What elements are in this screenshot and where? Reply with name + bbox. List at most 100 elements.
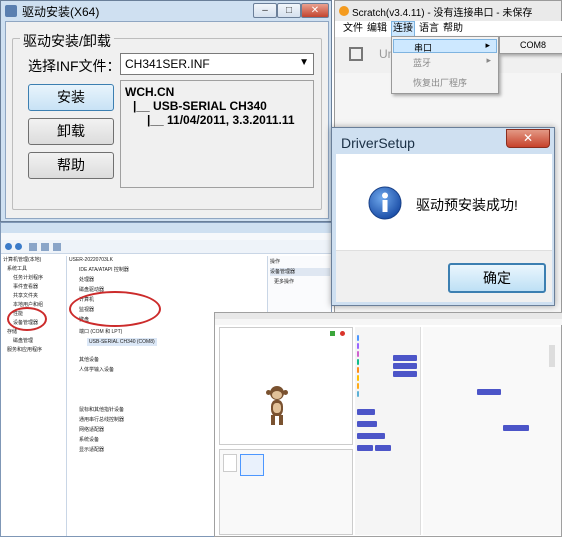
menu-file[interactable]: 文件 <box>343 21 363 37</box>
device-tree-root[interactable]: USER-20220703LK <box>69 256 113 264</box>
device-ch340-com8[interactable]: USB-SERIAL CH340 (COM8) <box>87 338 157 346</box>
palette-block[interactable] <box>393 371 417 377</box>
minimize-button[interactable]: – <box>253 3 277 18</box>
com-port-submenu: COM8 <box>499 36 562 54</box>
category-events[interactable] <box>357 375 359 381</box>
close-icon[interactable]: ✕ <box>506 129 550 148</box>
driver-install-window: 驱动安装(X64) – □ ✕ 驱动安装/卸载 选择INF文件： CH341SE… <box>0 0 332 222</box>
palette-block[interactable] <box>357 433 385 439</box>
device-category[interactable]: 处理器 <box>79 276 94 284</box>
actions-item[interactable]: 设备管理器 <box>270 268 330 276</box>
tree-item[interactable]: 计算机管理(本地) <box>3 256 41 264</box>
toolbar-tool-icon[interactable] <box>41 243 49 251</box>
device-category[interactable]: 鼠标和其他指针设备 <box>79 406 124 414</box>
device-category[interactable]: 其他设备 <box>79 356 99 364</box>
category-sensing[interactable] <box>357 391 359 397</box>
install-button[interactable]: 安装 <box>28 84 114 111</box>
category-control[interactable] <box>357 383 359 389</box>
category-motion[interactable] <box>357 335 359 341</box>
driver-group-label: 驱动安装/卸载 <box>20 31 114 51</box>
stage-thumbnail[interactable] <box>223 454 237 472</box>
menu-item-bluetooth[interactable]: 蓝牙 ▸ <box>393 55 497 69</box>
script-area[interactable] <box>423 327 561 535</box>
device-category-ports[interactable]: 端口 (COM 和 LPT) <box>79 328 122 336</box>
menu-item-serial[interactable]: 串口 ▸ <box>393 39 497 53</box>
inf-file-value: CH341SER.INF <box>125 57 210 71</box>
device-category[interactable]: 人体学输入设备 <box>79 366 114 374</box>
sprite-thumbnail[interactable] <box>240 454 264 476</box>
scratch-cat-icon <box>339 6 349 16</box>
help-button[interactable]: 帮助 <box>28 152 114 179</box>
tree-item[interactable]: 事件查看器 <box>13 283 38 291</box>
device-category[interactable]: 系统设备 <box>79 436 99 444</box>
palette-block[interactable] <box>375 445 391 451</box>
palette-block[interactable] <box>357 445 373 451</box>
connect-dropdown-menu: 串口 ▸ 蓝牙 ▸ 恢复出厂程序 <box>391 36 499 94</box>
fullscreen-icon[interactable] <box>349 47 363 61</box>
dialog-title: DriverSetup <box>341 135 415 151</box>
info-line-version: |__ 11/04/2011, 3.3.2011.11 <box>147 113 295 127</box>
category-data[interactable] <box>357 367 359 373</box>
forward-icon[interactable] <box>15 243 22 250</box>
tree-item[interactable]: 系统工具 <box>7 265 27 273</box>
chevron-right-icon: ▸ <box>485 40 490 50</box>
menu-help[interactable]: 帮助 <box>443 21 463 37</box>
script-block[interactable] <box>477 389 501 395</box>
tree-item[interactable]: 任务计划程序 <box>13 274 43 282</box>
monkey-sprite[interactable] <box>264 386 290 428</box>
palette-block[interactable] <box>393 355 417 361</box>
tree-item[interactable]: 共享文件夹 <box>13 292 38 300</box>
com-port-item[interactable]: COM8 <box>520 40 546 50</box>
devmgr-left-pane: 计算机管理(本地) 系统工具 任务计划程序 事件查看器 共享文件夹 本地用户和组… <box>3 256 67 536</box>
palette-block[interactable] <box>357 409 375 415</box>
tree-item[interactable]: 服务和应用程序 <box>7 346 42 354</box>
highlight-circle <box>69 291 161 327</box>
back-icon[interactable] <box>5 243 12 250</box>
category-pen[interactable] <box>357 359 359 365</box>
zoom-icon[interactable] <box>549 345 555 367</box>
script-block[interactable] <box>503 425 529 431</box>
palette-block[interactable] <box>357 421 377 427</box>
inf-file-select[interactable]: CH341SER.INF ▼ <box>120 53 314 75</box>
category-looks[interactable] <box>357 343 359 349</box>
category-sound[interactable] <box>357 351 359 357</box>
highlight-circle <box>7 307 47 331</box>
chevron-right-icon: ▸ <box>486 55 491 65</box>
device-category[interactable]: 网络适配器 <box>79 426 104 434</box>
toolbar-tool-icon[interactable] <box>29 243 37 251</box>
menu-item-factory-reset[interactable]: 恢复出厂程序 <box>393 75 497 89</box>
device-category[interactable]: 显示适配器 <box>79 446 104 454</box>
dialog-button-bar: 确定 <box>336 250 552 302</box>
menu-edit[interactable]: 编辑 <box>367 21 387 37</box>
tree-item[interactable]: 磁盘管理 <box>13 337 33 345</box>
scratch-stage <box>219 327 353 445</box>
usb-app-icon <box>5 5 17 17</box>
menu-language[interactable]: 语言 <box>419 21 439 37</box>
driver-client-area: 驱动安装/卸载 选择INF文件： CH341SER.INF ▼ 安装 卸载 帮助… <box>5 21 329 219</box>
palette-block[interactable] <box>393 363 417 369</box>
driver-window-title: 驱动安装(X64) <box>22 4 100 19</box>
info-icon <box>368 186 402 220</box>
uninstall-button[interactable]: 卸载 <box>28 118 114 145</box>
dialog-message: 驱动预安装成功! <box>416 197 518 213</box>
stop-icon[interactable] <box>340 331 345 336</box>
scratch-title-bar: Scratch(v3.4.11) - 没有连接串口 - 未保存 <box>335 1 561 21</box>
menu-connect[interactable]: 连接 <box>391 21 415 37</box>
chevron-down-icon[interactable]: ▼ <box>299 57 309 68</box>
info-line-vendor: WCH.CN <box>125 85 175 99</box>
device-category[interactable]: IDE ATA/ATAPI 控制器 <box>79 266 129 274</box>
inf-file-label: 选择INF文件： <box>28 58 121 74</box>
ok-button[interactable]: 确定 <box>448 263 546 293</box>
devmgr-toolbar <box>1 240 333 254</box>
dialog-message-area: 驱动预安装成功! <box>336 154 552 250</box>
close-button[interactable]: ✕ <box>301 3 329 18</box>
green-flag-icon[interactable] <box>330 331 335 336</box>
actions-item[interactable]: 更多操作 <box>274 278 294 286</box>
sprite-pane <box>219 449 353 535</box>
device-category[interactable]: 通用串行总线控制器 <box>79 416 124 424</box>
actions-header: 操作 <box>270 259 281 265</box>
maximize-button[interactable]: □ <box>277 3 301 18</box>
toolbar-tool-icon[interactable] <box>53 243 61 251</box>
devmgr-menubar <box>1 233 333 240</box>
scratch-window-title: Scratch(v3.4.11) - 没有连接串口 - 未保存 <box>352 7 533 19</box>
